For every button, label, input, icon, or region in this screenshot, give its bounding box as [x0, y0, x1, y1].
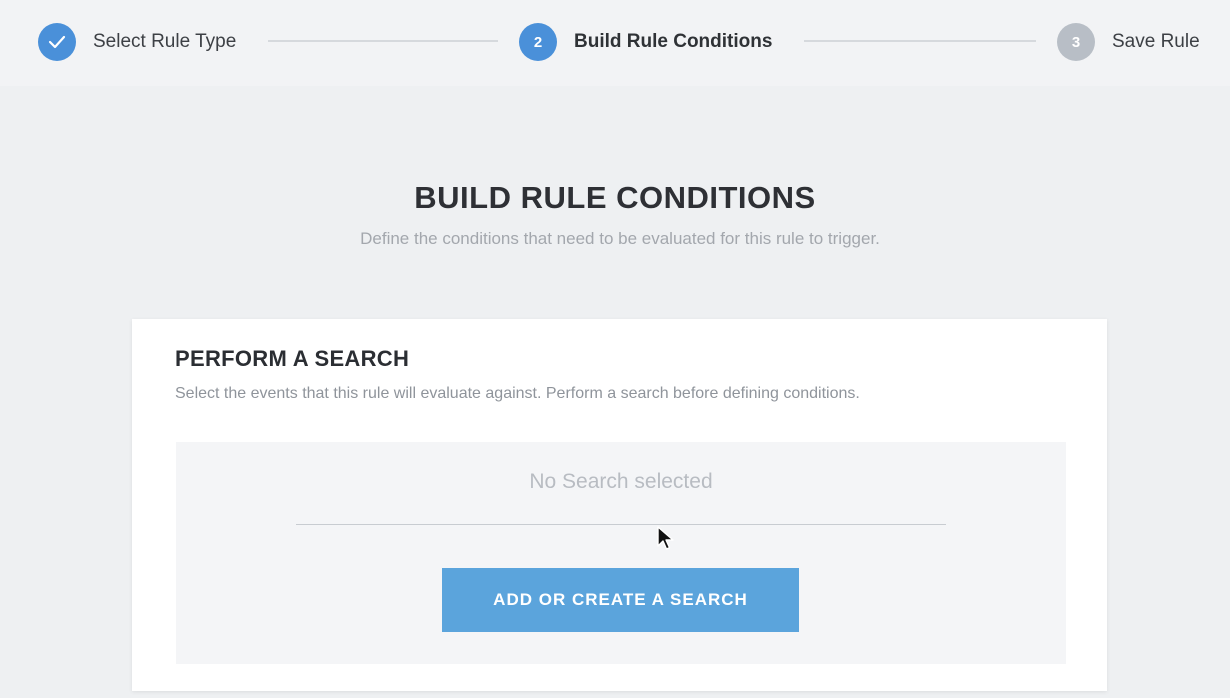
page-subtitle: Define the conditions that need to be ev… [360, 229, 880, 248]
card-description: Select the events that this rule will ev… [175, 385, 860, 402]
step-number-circle: 3 [1057, 23, 1095, 61]
step-connector [804, 40, 1036, 42]
step-number-circle: 2 [519, 23, 557, 61]
card-title: PERFORM A SEARCH [175, 346, 410, 371]
rule-wizard-stepper: Select Rule Type 2 Build Rule Conditions… [0, 0, 1230, 86]
step-label-save-rule: Save Rule [1112, 31, 1200, 52]
step-label-build-rule-conditions: Build Rule Conditions [574, 31, 773, 52]
add-or-create-search-button[interactable]: ADD OR CREATE A SEARCH [442, 568, 799, 632]
search-field-underline [296, 524, 946, 525]
mouse-pointer-icon [657, 526, 675, 557]
page-title: BUILD RULE CONDITIONS [414, 180, 816, 215]
step-connector [268, 40, 498, 42]
step-build-rule-conditions[interactable]: 2 Build Rule Conditions [519, 22, 772, 62]
no-search-selected-text: No Search selected [529, 470, 713, 493]
perform-search-card: PERFORM A SEARCH Select the events that … [132, 319, 1107, 691]
step-save-rule[interactable]: 3 Save Rule [1057, 22, 1200, 62]
step-label-select-rule-type: Select Rule Type [93, 31, 237, 52]
step-complete-circle [38, 23, 76, 61]
step-select-rule-type[interactable]: Select Rule Type [38, 22, 236, 62]
check-icon [48, 35, 66, 49]
search-selection-area: No Search selected ADD OR CREATE A SEARC… [176, 442, 1066, 664]
